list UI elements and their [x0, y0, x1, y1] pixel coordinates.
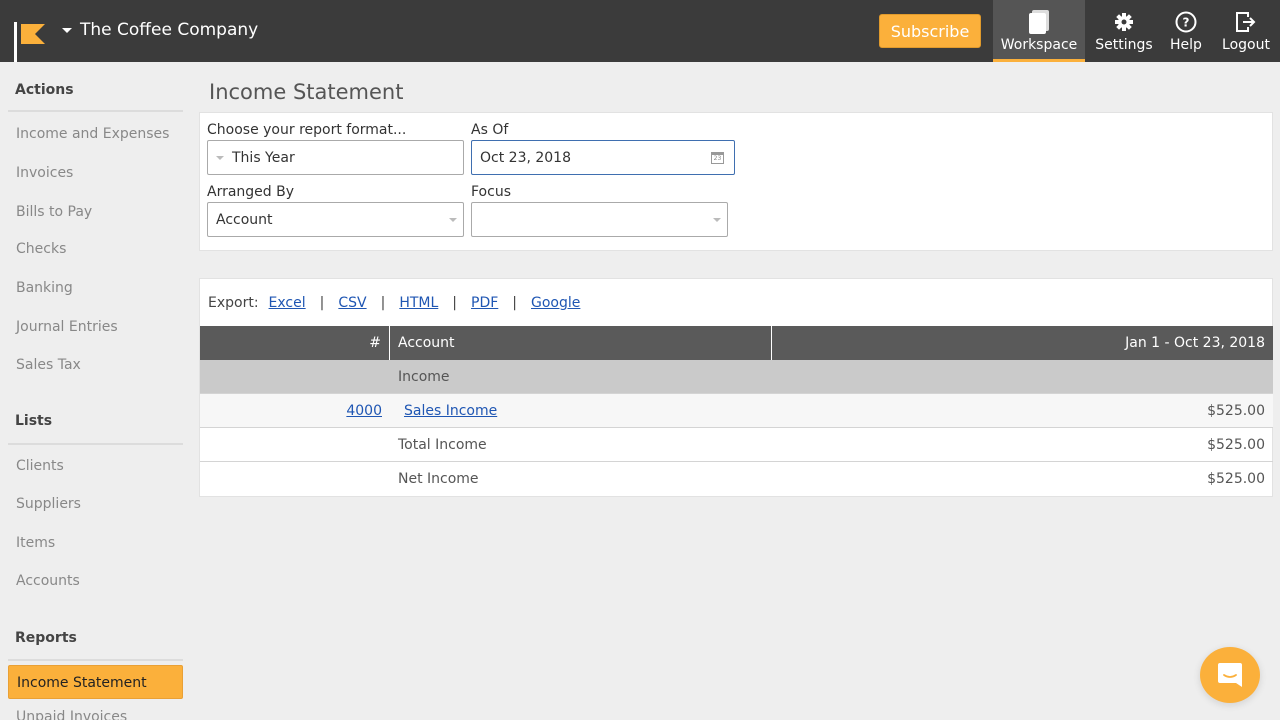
nav-logout[interactable]: Logout	[1216, 0, 1276, 62]
sidebar-item-items[interactable]: Items	[16, 535, 55, 551]
export-csv-link[interactable]: CSV	[338, 295, 366, 311]
nav-workspace[interactable]: Workspace	[993, 0, 1085, 62]
sidebar-item-suppliers[interactable]: Suppliers	[16, 496, 81, 512]
report-panel: Export: Excel | CSV | HTML | PDF | Googl…	[199, 278, 1273, 497]
gear-icon	[1114, 10, 1134, 34]
income-statement-table: # Account Jan 1 - Oct 23, 2018 Income 40…	[200, 326, 1273, 496]
as-of-label: As Of	[471, 122, 509, 138]
separator: |	[452, 295, 458, 311]
sidebar-item-banking[interactable]: Banking	[16, 280, 73, 296]
subscribe-button[interactable]: Subscribe	[879, 14, 981, 48]
row-amount: $525.00	[1207, 436, 1265, 453]
top-bar: The Coffee Company Subscribe Workspace S…	[0, 0, 1280, 62]
flag-icon	[21, 24, 45, 44]
divider	[8, 110, 183, 112]
nav-help[interactable]: ? Help	[1163, 0, 1209, 62]
chat-icon	[1218, 663, 1242, 687]
table-row: 4000 Sales Income $525.00	[200, 394, 1273, 428]
logout-icon	[1235, 10, 1257, 34]
nav-workspace-label: Workspace	[1000, 37, 1078, 53]
arranged-by-value: Account	[216, 211, 273, 228]
row-amount	[772, 360, 1273, 393]
as-of-date-input[interactable]: Oct 23, 2018 23	[471, 140, 735, 175]
report-options-panel: Choose your report format... This Year A…	[199, 112, 1273, 251]
sidebar-heading-lists: Lists	[15, 413, 53, 429]
export-excel-link[interactable]: Excel	[269, 295, 306, 311]
row-number	[200, 360, 390, 393]
column-header-number[interactable]: #	[200, 326, 390, 360]
divider	[8, 659, 183, 661]
sidebar-item-income-statement[interactable]: Income Statement	[8, 665, 183, 699]
focus-select[interactable]	[471, 202, 728, 237]
sidebar-item-unpaid-invoices[interactable]: Unpaid Invoices	[16, 709, 127, 720]
row-account: Income	[398, 368, 450, 385]
export-bar: Export: Excel | CSV | HTML | PDF | Googl…	[208, 295, 580, 311]
account-number-link[interactable]: 4000	[346, 403, 382, 419]
chat-launcher-button[interactable]	[1200, 647, 1260, 703]
svg-text:?: ?	[1183, 16, 1190, 30]
sidebar-item-income-and-expenses[interactable]: Income and Expenses	[16, 126, 169, 142]
table-row-total: Total Income $525.00	[200, 428, 1273, 462]
caret-down-icon	[62, 27, 72, 33]
table-header: # Account Jan 1 - Oct 23, 2018	[200, 326, 1273, 360]
column-header-account[interactable]: Account	[390, 326, 772, 360]
caret-down-icon	[713, 217, 721, 222]
sidebar-item-invoices[interactable]: Invoices	[16, 165, 73, 181]
company-name: The Coffee Company	[80, 20, 259, 40]
separator: |	[319, 295, 325, 311]
as-of-date-value: Oct 23, 2018	[480, 149, 571, 166]
sidebar-item-journal-entries[interactable]: Journal Entries	[16, 319, 118, 335]
account-name-link[interactable]: Sales Income	[404, 403, 497, 419]
row-amount: $525.00	[1207, 402, 1265, 419]
nav-help-label: Help	[1170, 37, 1202, 53]
focus-label: Focus	[471, 184, 511, 200]
separator: |	[380, 295, 386, 311]
nav-logout-label: Logout	[1222, 37, 1270, 53]
calendar-icon[interactable]: 23	[711, 151, 724, 164]
row-account: Total Income	[398, 436, 487, 453]
page-title: Income Statement	[209, 80, 404, 104]
table-row-net: Net Income $525.00	[200, 462, 1273, 496]
nav-settings[interactable]: Settings	[1090, 0, 1158, 62]
divider	[8, 443, 183, 445]
arranged-by-select[interactable]: Account	[207, 202, 464, 237]
caret-down-icon	[449, 217, 457, 222]
arranged-by-label: Arranged By	[207, 184, 295, 200]
workspace-icon	[1028, 10, 1050, 34]
row-number	[200, 462, 390, 496]
sidebar-item-checks[interactable]: Checks	[16, 241, 66, 257]
sidebar-heading-actions: Actions	[15, 82, 74, 98]
report-format-select[interactable]: This Year	[207, 140, 464, 175]
sidebar: Actions Income and Expenses Invoices Bil…	[0, 62, 192, 720]
separator: |	[512, 295, 518, 311]
sidebar-item-accounts[interactable]: Accounts	[16, 573, 80, 589]
company-switcher[interactable]: The Coffee Company	[62, 20, 258, 40]
help-icon: ?	[1175, 10, 1197, 34]
sidebar-item-clients[interactable]: Clients	[16, 458, 64, 474]
caret-down-icon	[216, 155, 224, 160]
sidebar-item-bills-to-pay[interactable]: Bills to Pay	[16, 204, 92, 220]
table-row-section: Income	[200, 360, 1273, 394]
column-header-period[interactable]: Jan 1 - Oct 23, 2018	[772, 326, 1273, 360]
row-amount: $525.00	[1207, 471, 1265, 487]
logo[interactable]	[14, 18, 46, 62]
sidebar-item-sales-tax[interactable]: Sales Tax	[16, 357, 81, 373]
export-html-link[interactable]: HTML	[399, 295, 438, 311]
logo-pole	[14, 22, 17, 62]
row-account: Net Income	[398, 471, 479, 487]
export-pdf-link[interactable]: PDF	[471, 295, 498, 311]
report-format-value: This Year	[232, 149, 295, 166]
row-number	[200, 428, 390, 461]
nav-settings-label: Settings	[1095, 37, 1153, 53]
sidebar-heading-reports: Reports	[15, 630, 77, 646]
export-google-link[interactable]: Google	[531, 295, 580, 311]
format-label: Choose your report format...	[207, 122, 407, 138]
export-label: Export:	[208, 295, 259, 311]
